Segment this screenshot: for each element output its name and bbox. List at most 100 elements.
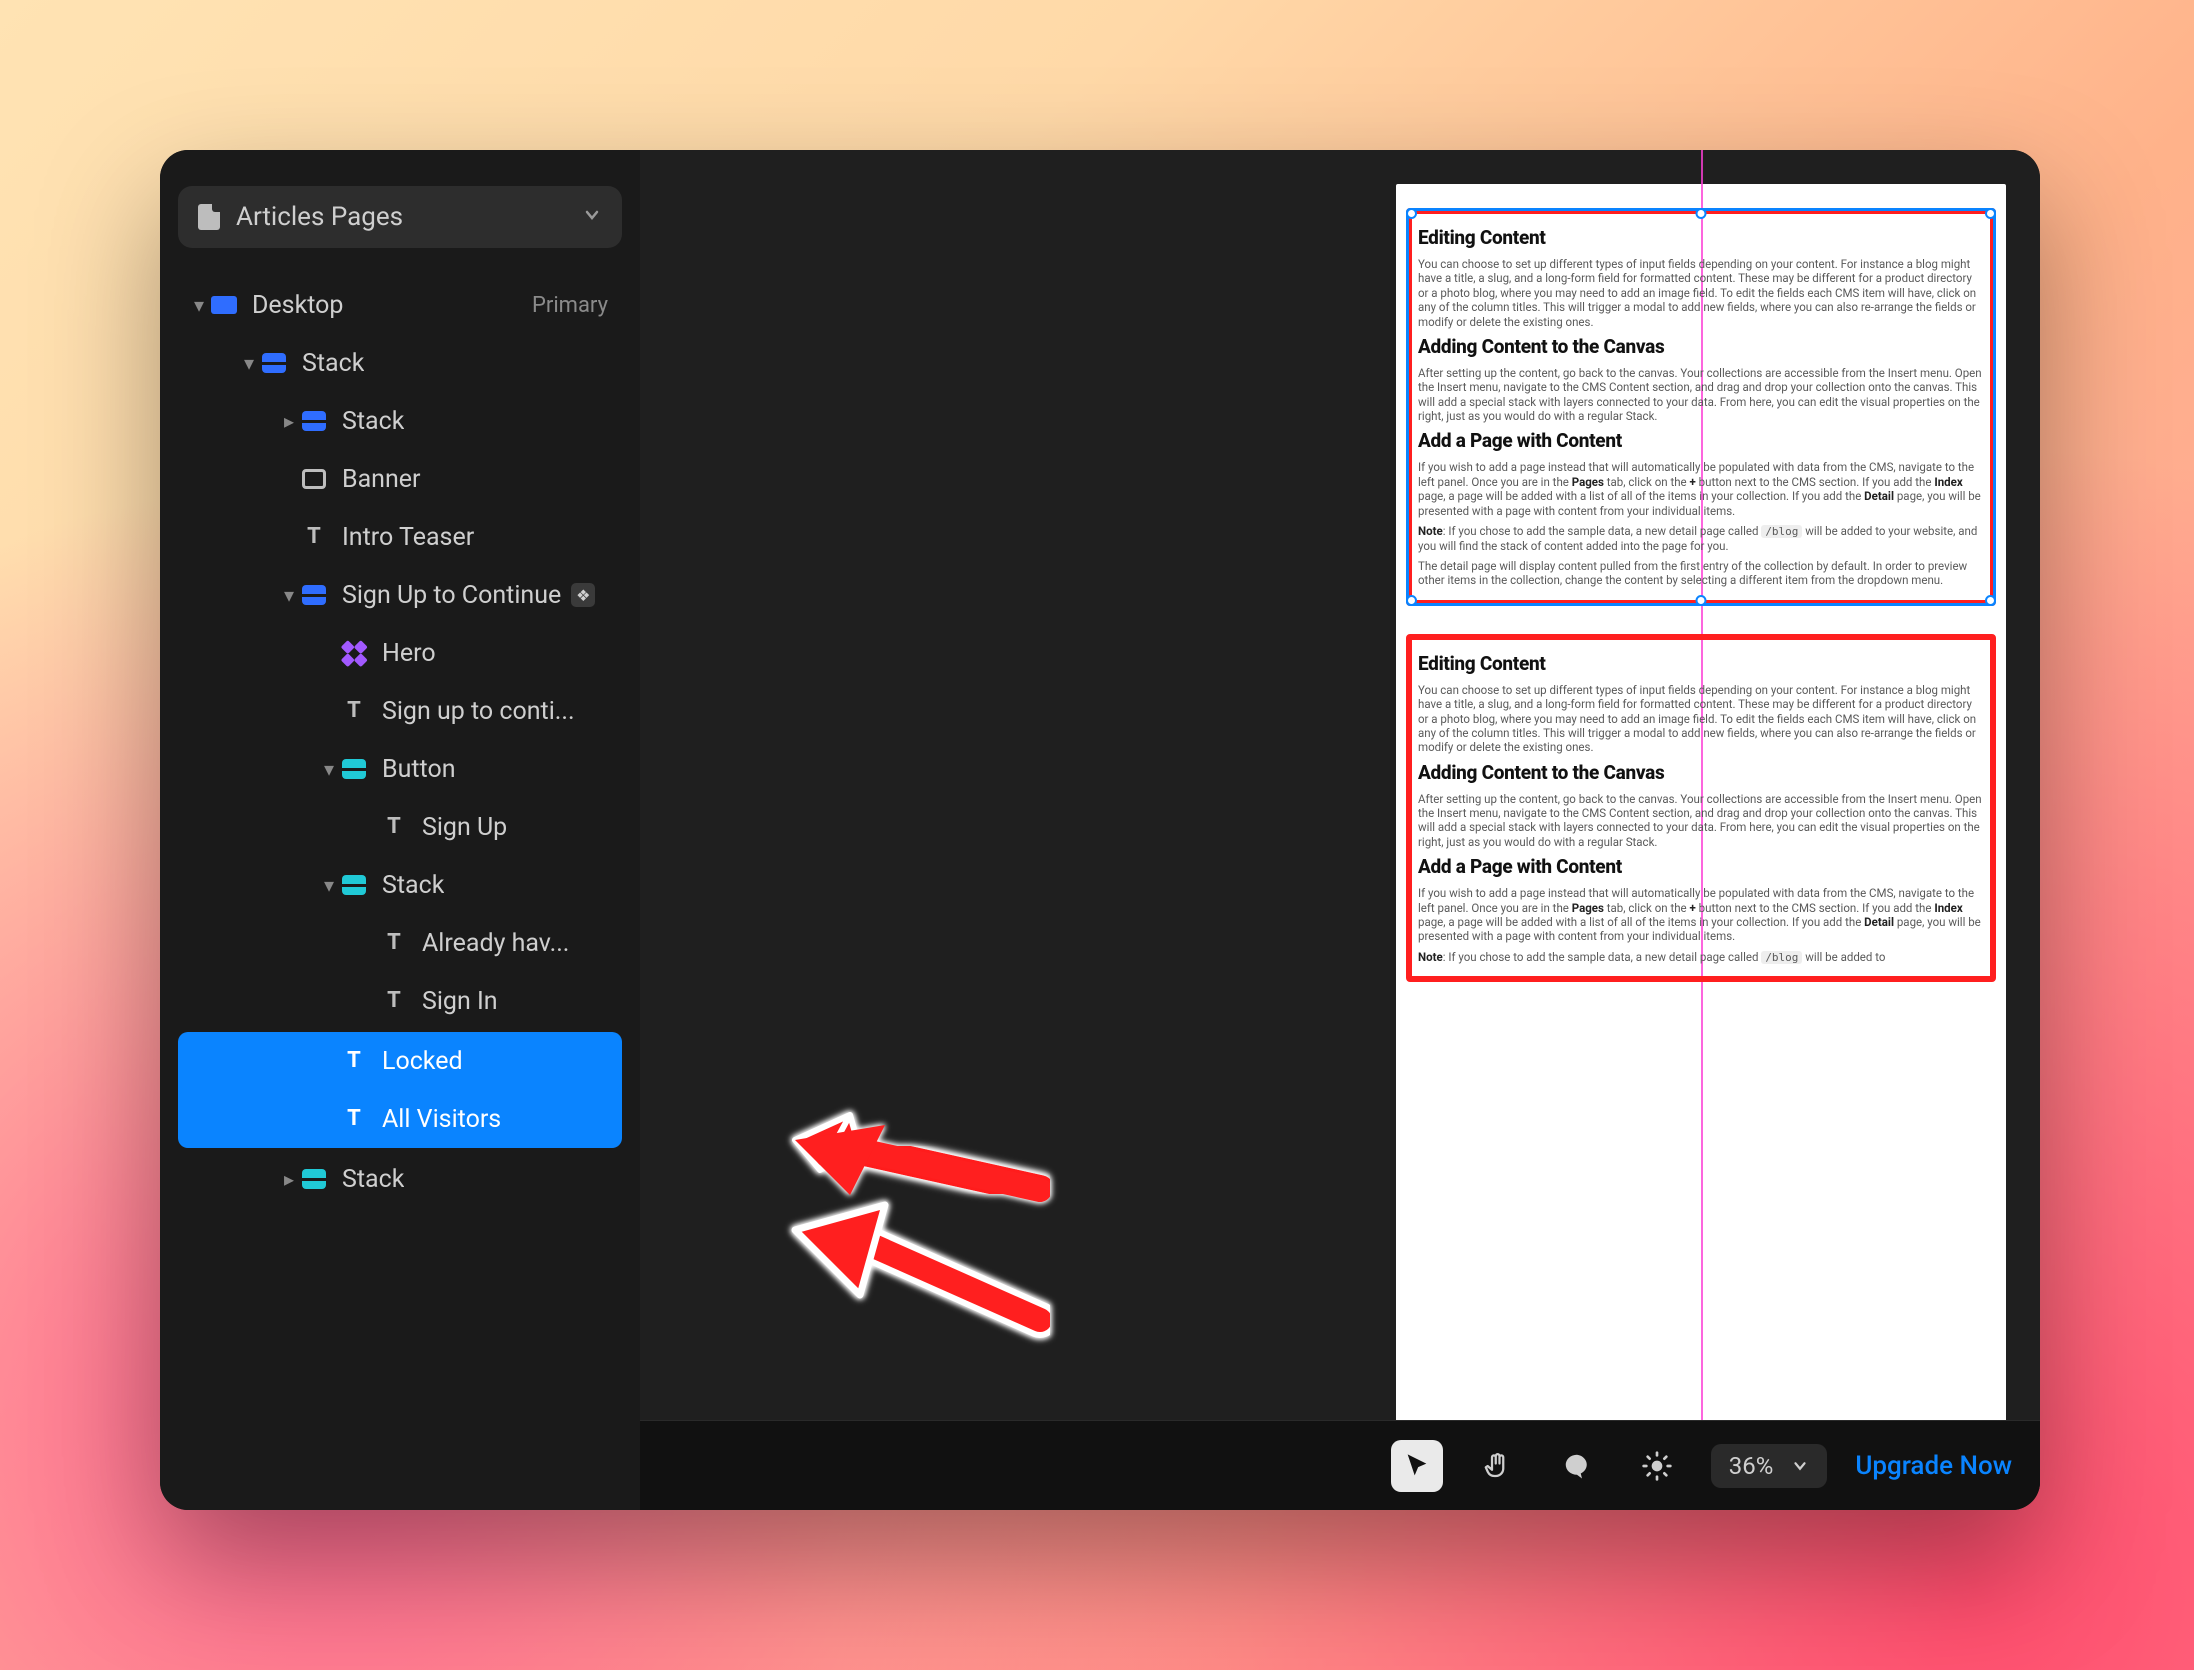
layer-label: Stack <box>342 407 404 436</box>
layer-row[interactable]: ▾ Stack <box>178 856 622 914</box>
doc-content: Editing Content You can choose to set up… <box>1418 652 1984 965</box>
resize-handle[interactable] <box>1406 208 1417 219</box>
text-icon: T <box>347 700 361 722</box>
resize-handle[interactable] <box>1696 595 1707 606</box>
text-icon: T <box>347 1050 361 1072</box>
paragraph: If you wish to add a page instead that w… <box>1418 886 1984 944</box>
layer-label: Sign Up to Continue <box>342 581 561 610</box>
paragraph: After setting up the content, go back to… <box>1418 366 1984 424</box>
component-badge: ❖ <box>571 583 595 607</box>
text-icon: T <box>387 816 401 838</box>
heading: Add a Page with Content <box>1418 429 1984 452</box>
chevron-down-icon <box>582 205 602 229</box>
brightness-tool[interactable] <box>1631 1440 1683 1492</box>
heading: Editing Content <box>1418 226 1984 249</box>
component-icon <box>343 642 365 664</box>
heading: Adding Content to the Canvas <box>1418 335 1984 358</box>
layer-label: Button <box>382 755 456 784</box>
text-icon: T <box>347 1108 361 1130</box>
paragraph: Note: If you chose to add the sample dat… <box>1418 950 1984 965</box>
collapse-toggle[interactable]: ▾ <box>318 757 340 781</box>
layer-label: All Visitors <box>382 1105 501 1134</box>
layer-row[interactable]: T Intro Teaser <box>178 508 622 566</box>
layer-row[interactable]: T Already hav... <box>178 914 622 972</box>
layer-label: Sign In <box>422 987 498 1016</box>
collapse-toggle[interactable]: ▾ <box>238 351 260 375</box>
layer-row[interactable]: ▾ Button <box>178 740 622 798</box>
document-preview[interactable]: Editing Content You can choose to set up… <box>1396 184 2006 1510</box>
paragraph: You can choose to set up different types… <box>1418 683 1984 755</box>
layer-row[interactable]: T Sign Up <box>178 798 622 856</box>
selected-text-block-2[interactable]: Editing Content You can choose to set up… <box>1406 634 1996 983</box>
zoom-control[interactable]: 36% <box>1711 1444 1828 1488</box>
stack-icon <box>302 411 326 431</box>
chevron-down-icon <box>1791 1457 1809 1475</box>
layer-row[interactable]: T Locked <box>178 1032 622 1090</box>
app-window: Articles Pages ▾ Desktop Primary ▾ Stack ▸ Sta… <box>160 150 2040 1510</box>
collapse-toggle[interactable]: ▾ <box>318 873 340 897</box>
heading: Editing Content <box>1418 652 1984 675</box>
expand-toggle[interactable]: ▸ <box>278 1167 300 1191</box>
text-icon: T <box>387 990 401 1012</box>
layer-row[interactable]: T Sign up to conti... <box>178 682 622 740</box>
layer-tree: ▾ Desktop Primary ▾ Stack ▸ Stack Banner T Intro … <box>178 276 622 1510</box>
comment-tool[interactable] <box>1551 1440 1603 1492</box>
paragraph: Note: If you chose to add the sample dat… <box>1418 524 1984 553</box>
layer-label: Sign Up <box>422 813 507 842</box>
layer-row[interactable]: ▸ Stack <box>178 392 622 450</box>
paragraph: After setting up the content, go back to… <box>1418 792 1984 850</box>
layer-row[interactable]: ▾ Desktop Primary <box>178 276 622 334</box>
layer-label: Stack <box>382 871 444 900</box>
layer-row[interactable]: ▸ Stack <box>178 1150 622 1208</box>
layer-label: Banner <box>342 465 421 494</box>
layer-row[interactable]: ▾ Stack <box>178 334 622 392</box>
heading: Adding Content to the Canvas <box>1418 761 1984 784</box>
zoom-value: 36% <box>1729 1452 1774 1480</box>
layer-label: Stack <box>302 349 364 378</box>
stack-icon <box>302 1169 326 1189</box>
banner-icon <box>302 469 326 489</box>
heading: Add a Page with Content <box>1418 855 1984 878</box>
resize-handle[interactable] <box>1696 208 1707 219</box>
stack-icon <box>262 353 286 373</box>
stack-icon <box>342 875 366 895</box>
layer-label: Stack <box>342 1165 404 1194</box>
canvas-area[interactable]: Editing Content You can choose to set up… <box>640 150 2040 1510</box>
layer-row[interactable]: T All Visitors <box>178 1090 622 1148</box>
layer-label: Already hav... <box>422 929 569 958</box>
layer-row[interactable]: Hero <box>178 624 622 682</box>
layer-row[interactable]: Banner <box>178 450 622 508</box>
expand-toggle[interactable]: ▸ <box>278 409 300 433</box>
layers-sidebar: Articles Pages ▾ Desktop Primary ▾ Stack ▸ Sta… <box>160 150 640 1510</box>
paragraph: You can choose to set up different types… <box>1418 257 1984 329</box>
collapse-toggle[interactable]: ▾ <box>188 293 210 317</box>
stack-icon <box>342 759 366 779</box>
layer-label: Locked <box>382 1047 463 1076</box>
text-icon: T <box>387 932 401 954</box>
paragraph: If you wish to add a page instead that w… <box>1418 460 1984 518</box>
layer-label: Desktop <box>252 291 343 320</box>
resize-handle[interactable] <box>1985 595 1996 606</box>
selected-text-block-1[interactable]: Editing Content You can choose to set up… <box>1406 208 1996 606</box>
hand-tool[interactable] <box>1471 1440 1523 1492</box>
collapse-toggle[interactable]: ▾ <box>278 583 300 607</box>
resize-handle[interactable] <box>1406 595 1417 606</box>
desktop-icon <box>211 296 237 314</box>
layer-row[interactable]: T Sign In <box>178 972 622 1030</box>
cursor-tool[interactable] <box>1391 1440 1443 1492</box>
layer-row[interactable]: ▾ Sign Up to Continue ❖ <box>178 566 622 624</box>
doc-content: Editing Content You can choose to set up… <box>1418 226 1984 588</box>
upgrade-button[interactable]: Upgrade Now <box>1855 1451 2012 1481</box>
text-icon: T <box>307 526 321 548</box>
layer-label: Intro Teaser <box>342 523 474 552</box>
paragraph: The detail page will display content pul… <box>1418 559 1984 588</box>
layer-label: Hero <box>382 639 436 668</box>
resize-handle[interactable] <box>1985 208 1996 219</box>
page-selector-label: Articles Pages <box>236 202 566 232</box>
document-icon <box>198 204 220 230</box>
page-selector[interactable]: Articles Pages <box>178 186 622 248</box>
bottom-toolbar: 36% Upgrade Now <box>640 1420 2040 1510</box>
layer-meta: Primary <box>532 293 622 318</box>
stack-icon <box>302 585 326 605</box>
layer-label: Sign up to conti... <box>382 697 575 726</box>
